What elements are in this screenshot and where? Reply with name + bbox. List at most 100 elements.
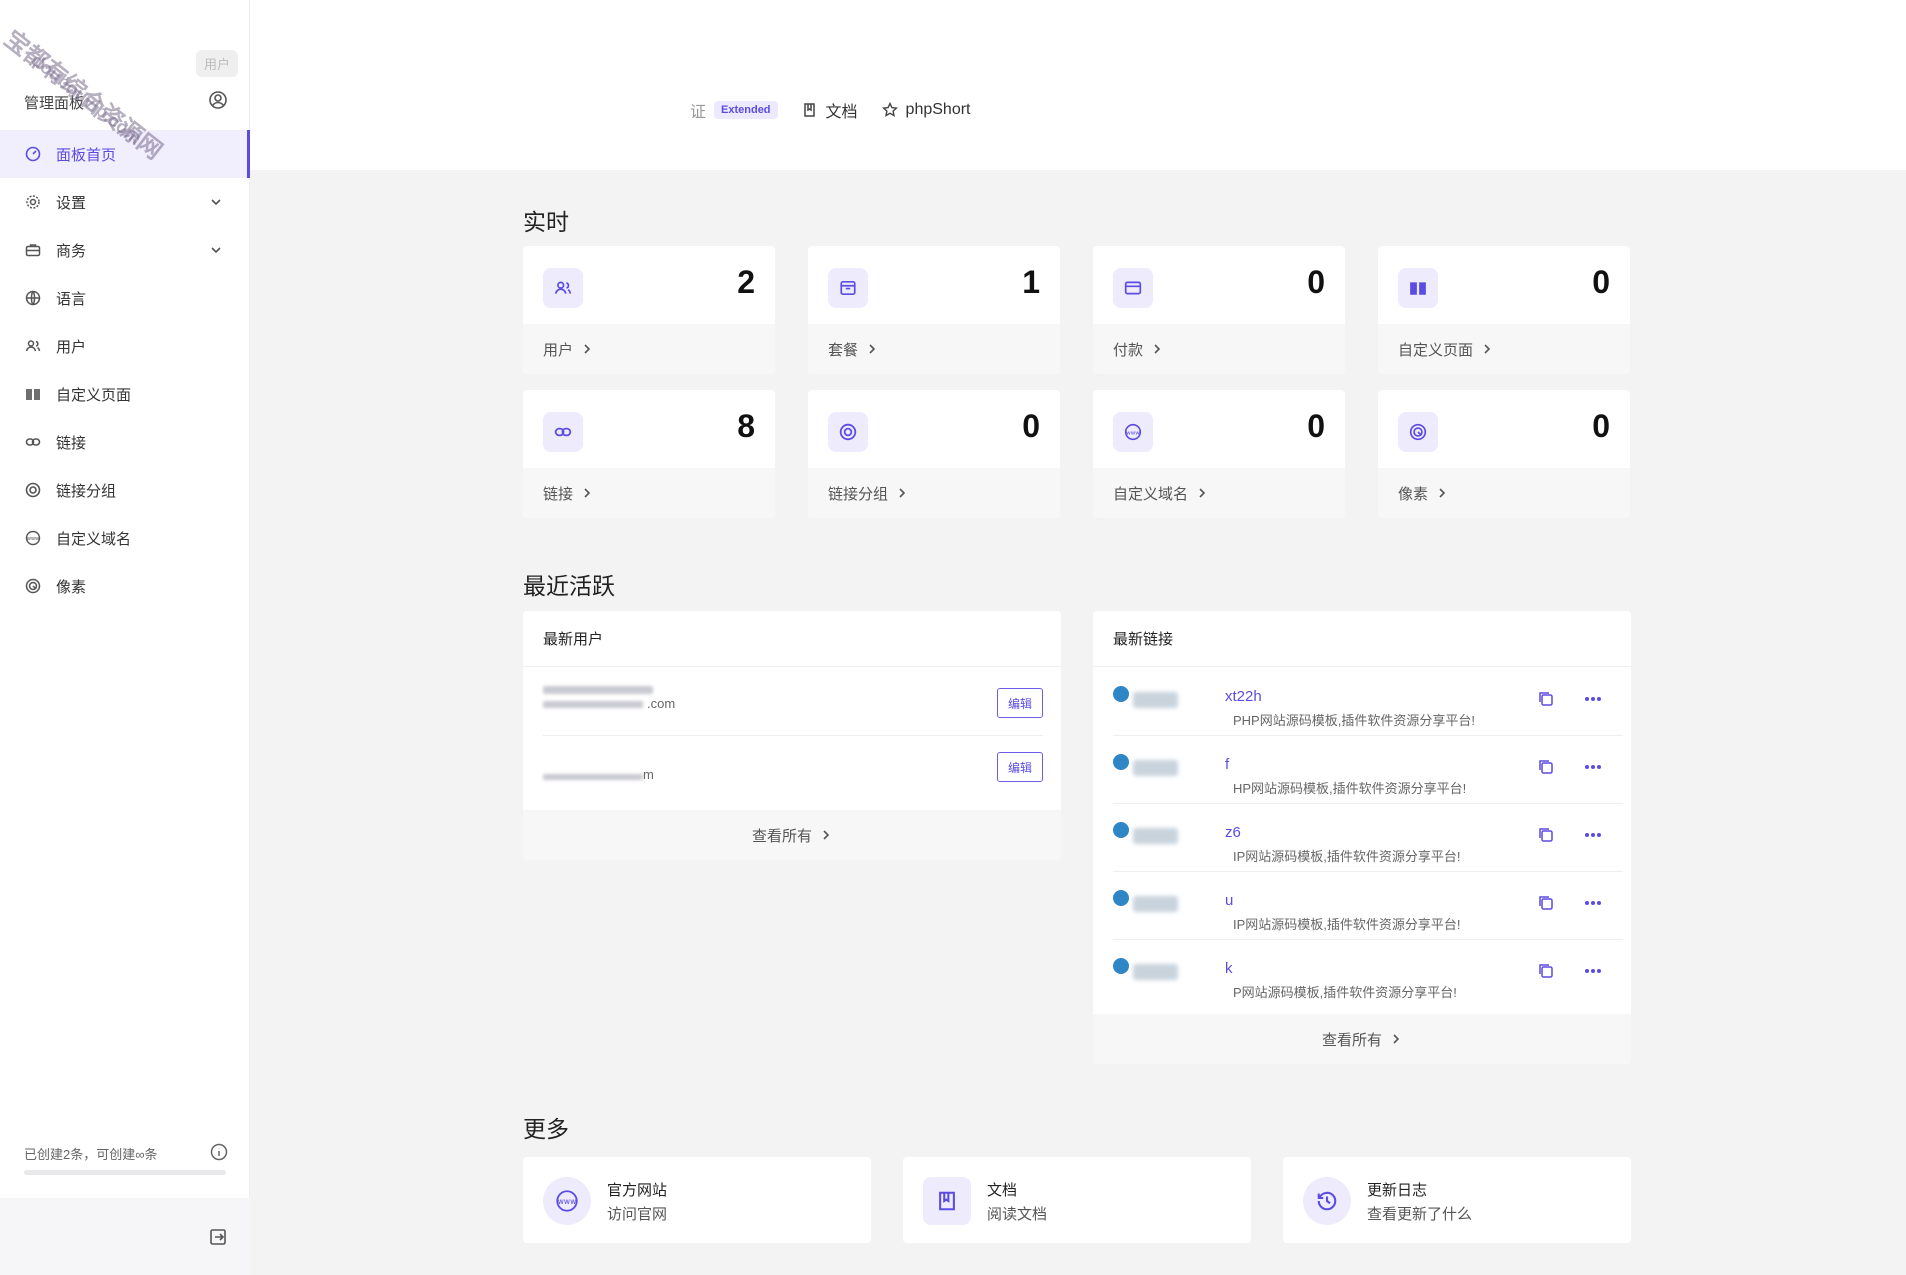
stat-label: 付款 — [1113, 341, 1144, 359]
more-options-icon[interactable] — [1583, 962, 1603, 980]
top-header: 证 Extended 文档 phpShort — [250, 0, 1906, 170]
view-all-label: 查看所有 — [1321, 1031, 1382, 1049]
product-label: phpShort — [905, 101, 971, 118]
link-description: PHP网站源码模板,插件软件资源分享平台! — [1233, 713, 1475, 728]
stat-value: 1 — [1022, 264, 1040, 300]
section-title-recent: 最近活跃 — [523, 573, 615, 599]
view-all-links-link[interactable]: 查看所有 — [1093, 1014, 1631, 1064]
stat-label: 像素 — [1398, 485, 1429, 503]
favicon-icon — [1113, 890, 1129, 906]
stat-label: 链接 — [543, 485, 574, 503]
short-link[interactable]: f — [1225, 756, 1229, 773]
sidebar-item-pages[interactable]: 自定义页面 — [0, 370, 250, 418]
svg-text:www: www — [1126, 430, 1140, 436]
sidebar-item-business[interactable]: 商务 — [0, 226, 250, 274]
card-subtitle: 查看更新了什么 — [1367, 1206, 1473, 1223]
more-options-icon[interactable] — [1583, 894, 1603, 912]
stat-card-links[interactable]: 8 链接 — [523, 390, 775, 518]
short-link[interactable]: u — [1225, 892, 1233, 909]
sidebar-item-label: 面板首页 — [56, 146, 117, 164]
docs-label: 文档 — [825, 104, 858, 121]
stat-footer[interactable]: 链接 — [523, 468, 775, 518]
edit-button[interactable]: 编辑 — [997, 688, 1043, 718]
short-link[interactable]: xt22h — [1225, 688, 1262, 705]
list-item[interactable]: z6 IP网站源码模板,插件软件资源分享平台! — [1113, 804, 1623, 872]
stat-card-link-groups[interactable]: 0 链接分组 — [808, 390, 1060, 518]
more-options-icon[interactable] — [1583, 826, 1603, 844]
sidebar-item-label: 自定义页面 — [56, 386, 132, 404]
info-icon[interactable] — [210, 1143, 228, 1161]
sidebar-item-domains[interactable]: www 自定义域名 — [0, 514, 250, 562]
favicon-icon — [1113, 958, 1129, 974]
product-link[interactable]: phpShort — [881, 101, 971, 119]
user-circle-icon[interactable] — [208, 90, 228, 110]
stat-card-pages[interactable]: 0 自定义页面 — [1378, 246, 1630, 374]
users-icon — [543, 268, 583, 308]
card-subtitle: 阅读文档 — [987, 1206, 1048, 1223]
stat-value: 0 — [1592, 408, 1610, 444]
chevron-right-icon — [584, 344, 591, 354]
stat-card-domains[interactable]: www 0 自定义域名 — [1093, 390, 1345, 518]
stat-footer[interactable]: 链接分组 — [808, 468, 1060, 518]
sidebar-item-label: 语言 — [56, 290, 87, 308]
sidebar-item-label: 像素 — [56, 578, 87, 596]
panel-title: 最新链接 — [1093, 611, 1631, 667]
card-title: 更新日志 — [1367, 1182, 1428, 1199]
sidebar-item-label: 自定义域名 — [56, 530, 132, 548]
link-logo-redacted — [1133, 760, 1178, 776]
license-item[interactable]: 证 Extended — [690, 98, 778, 122]
stat-footer[interactable]: 自定义域名 — [1093, 468, 1345, 518]
link-description: IP网站源码模板,插件软件资源分享平台! — [1233, 849, 1461, 864]
sidebar-item-link-groups[interactable]: 链接分组 — [0, 466, 250, 514]
more-options-icon[interactable] — [1583, 690, 1603, 708]
stat-footer[interactable]: 付款 — [1093, 324, 1345, 374]
stat-label: 自定义域名 — [1113, 485, 1189, 503]
view-all-label: 查看所有 — [751, 827, 812, 845]
www-icon: www — [24, 529, 42, 547]
sidebar-item-language[interactable]: 语言 — [0, 274, 250, 322]
edit-button[interactable]: 编辑 — [997, 752, 1043, 782]
stat-value: 0 — [1307, 408, 1325, 444]
chevron-down-icon[interactable] — [208, 194, 224, 210]
stat-card-users[interactable]: 2 用户 — [523, 246, 775, 374]
more-options-icon[interactable] — [1583, 758, 1603, 776]
chevron-right-icon — [869, 344, 876, 354]
chevron-right-icon — [1439, 488, 1446, 498]
stat-footer[interactable]: 套餐 — [808, 324, 1060, 374]
stat-footer[interactable]: 自定义页面 — [1378, 324, 1630, 374]
stat-footer[interactable]: 像素 — [1378, 468, 1630, 518]
stat-card-pixels[interactable]: 0 像素 — [1378, 390, 1630, 518]
docs-card[interactable]: 文档 阅读文档 — [903, 1157, 1251, 1243]
view-all-users-link[interactable]: 查看所有 — [523, 810, 1061, 860]
official-site-card[interactable]: www 官方网站 访问官网 — [523, 1157, 871, 1243]
stat-footer[interactable]: 用户 — [523, 324, 775, 374]
sidebar-item-links[interactable]: 链接 — [0, 418, 250, 466]
short-link[interactable]: z6 — [1225, 824, 1241, 841]
copy-icon[interactable] — [1537, 690, 1555, 708]
docs-link[interactable]: 文档 — [802, 98, 858, 122]
stat-value: 0 — [1022, 408, 1040, 444]
list-item[interactable]: xt22h PHP网站源码模板,插件软件资源分享平台! — [1113, 668, 1623, 736]
copy-icon[interactable] — [1537, 894, 1555, 912]
short-link[interactable]: k — [1225, 960, 1233, 977]
stat-card-plans[interactable]: 1 套餐 — [808, 246, 1060, 374]
copy-icon[interactable] — [1537, 758, 1555, 776]
stat-value: 8 — [737, 408, 755, 444]
copy-icon[interactable] — [1537, 962, 1555, 980]
book-icon — [1398, 268, 1438, 308]
copy-icon[interactable] — [1537, 826, 1555, 844]
stat-label: 用户 — [543, 341, 574, 359]
sidebar-item-settings[interactable]: 设置 — [0, 178, 250, 226]
star-icon — [881, 102, 898, 117]
changelog-card[interactable]: 更新日志 查看更新了什么 — [1283, 1157, 1631, 1243]
sidebar-item-users[interactable]: 用户 — [0, 322, 250, 370]
list-item[interactable]: k P网站源码模板,插件软件资源分享平台! — [1113, 940, 1623, 1008]
list-item[interactable]: f HP网站源码模板,插件软件资源分享平台! — [1113, 736, 1623, 804]
list-item: .com 编辑 — [543, 668, 1043, 736]
sidebar-item-pixels[interactable]: 像素 — [0, 562, 250, 610]
logout-icon[interactable] — [208, 1227, 228, 1247]
list-item[interactable]: u IP网站源码模板,插件软件资源分享平台! — [1113, 872, 1623, 940]
user-email: .com — [647, 696, 676, 711]
chevron-down-icon[interactable] — [208, 242, 224, 258]
stat-card-payments[interactable]: 0 付款 — [1093, 246, 1345, 374]
